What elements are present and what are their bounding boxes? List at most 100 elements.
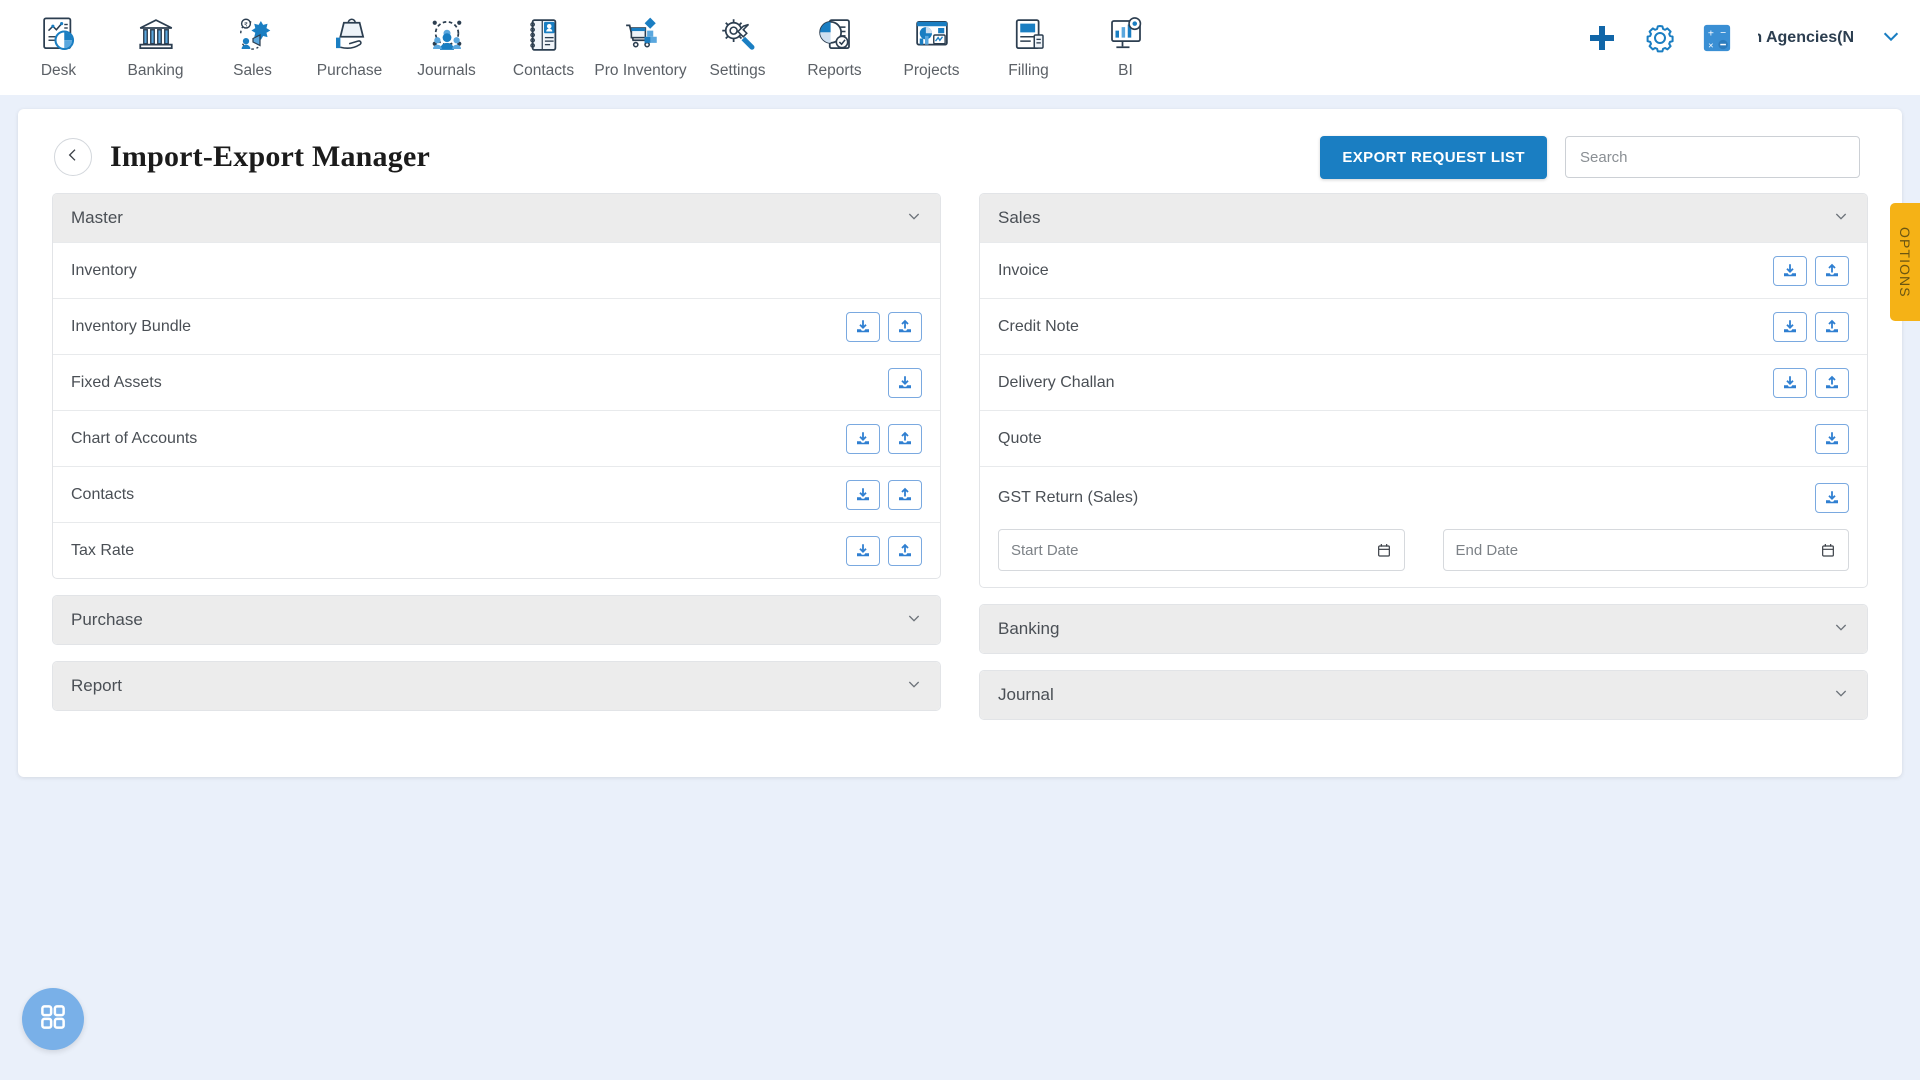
bi-monitor-icon: [1105, 12, 1147, 58]
download-button[interactable]: [846, 535, 880, 566]
top-navigation-bar: Desk Banking ₹ Sales Purchase Journals C…: [0, 0, 1920, 95]
upload-button[interactable]: [888, 479, 922, 510]
row-actions: [846, 423, 922, 454]
table-row: Credit Note: [980, 298, 1867, 354]
nav-item-pro-inventory[interactable]: Pro Inventory: [592, 6, 689, 80]
company-selector-label[interactable]: h Agencies(N: [1758, 29, 1854, 47]
card-header: Import-Export Manager EXPORT REQUEST LIS…: [54, 133, 1882, 181]
nav-label: Sales: [233, 62, 272, 79]
panel-sales: Sales Invoice Credit Note Delivery Chall…: [979, 193, 1868, 588]
end-date-placeholder: End Date: [1455, 541, 1519, 559]
search-input[interactable]: [1565, 136, 1860, 178]
download-button[interactable]: [1773, 255, 1807, 286]
download-button[interactable]: [888, 367, 922, 398]
nav-label: BI: [1118, 62, 1133, 79]
panel-report: Report: [52, 661, 941, 711]
calculator-icon[interactable]: + − ×: [1702, 23, 1732, 53]
panel-title: Purchase: [71, 610, 143, 629]
export-request-list-button[interactable]: EXPORT REQUEST LIST: [1320, 135, 1547, 179]
nav-item-sales[interactable]: ₹ Sales: [204, 6, 301, 80]
start-date-placeholder: Start Date: [1011, 541, 1079, 559]
calendar-icon[interactable]: [1376, 542, 1392, 558]
download-button[interactable]: [846, 311, 880, 342]
panel-header-report[interactable]: Report: [53, 662, 940, 710]
table-row: Fixed Assets: [53, 354, 940, 410]
nav-item-settings[interactable]: Settings: [689, 6, 786, 80]
download-button[interactable]: [1815, 483, 1849, 513]
panel-banking: Banking: [979, 604, 1868, 654]
download-button[interactable]: [846, 479, 880, 510]
page-body: OPTIONS Import-Export Manager EXPORT REQ…: [0, 95, 1920, 1080]
chevron-down-icon: [906, 208, 922, 229]
upload-button[interactable]: [888, 535, 922, 566]
add-plus-icon[interactable]: [1586, 22, 1618, 54]
calendar-icon[interactable]: [1820, 542, 1836, 558]
settings-tools-icon: [717, 12, 759, 58]
svg-text:₹: ₹: [244, 21, 248, 28]
panel-title: Master: [71, 208, 123, 227]
upload-button[interactable]: [1815, 311, 1849, 342]
accordion-columns: Master Inventory Inventory Bundle Fixed …: [38, 193, 1882, 736]
topnav-actions: + − × h Agencies(N: [1586, 22, 1902, 54]
panel-header-sales[interactable]: Sales: [980, 194, 1867, 242]
panel-header-purchase[interactable]: Purchase: [53, 596, 940, 644]
dashboard-icon: [38, 12, 80, 58]
nav-item-projects[interactable]: Projects: [883, 6, 980, 80]
panel-journal: Journal: [979, 670, 1868, 720]
upload-button[interactable]: [888, 423, 922, 454]
reports-pie-doc-icon: [814, 12, 856, 58]
apps-launcher-button[interactable]: [22, 988, 84, 1050]
panel-header-banking[interactable]: Banking: [980, 605, 1867, 653]
table-row: Inventory Bundle: [53, 298, 940, 354]
gst-return-header: GST Return (Sales): [998, 477, 1849, 519]
nav-item-banking[interactable]: Banking: [107, 6, 204, 80]
row-actions: [1773, 367, 1849, 398]
panel-header-journal[interactable]: Journal: [980, 671, 1867, 719]
nav-label: Purchase: [316, 62, 383, 79]
filling-doc-icon: [1008, 12, 1050, 58]
options-side-tab[interactable]: OPTIONS: [1890, 203, 1920, 321]
contacts-book-icon: [523, 12, 565, 58]
grid-apps-icon: [38, 1002, 68, 1037]
nav-label: Contacts: [512, 62, 575, 79]
chevron-down-icon: [1833, 208, 1849, 229]
end-date-field[interactable]: End Date: [1442, 529, 1849, 571]
nav-item-journals[interactable]: Journals: [398, 6, 495, 80]
options-tab-label: OPTIONS: [1897, 226, 1913, 298]
start-date-field[interactable]: Start Date: [998, 529, 1405, 571]
row-label: Fixed Assets: [71, 373, 162, 391]
nav-label: Banking: [127, 62, 184, 79]
upload-button[interactable]: [888, 311, 922, 342]
back-button[interactable]: [54, 138, 92, 176]
card-header-actions: EXPORT REQUEST LIST: [1320, 135, 1882, 179]
nav-item-bi[interactable]: BI: [1077, 6, 1174, 80]
download-button[interactable]: [1773, 367, 1807, 398]
chevron-down-icon: [906, 676, 922, 697]
upload-button[interactable]: [1815, 255, 1849, 286]
table-row: Quote: [980, 410, 1867, 466]
nav-item-desk[interactable]: Desk: [10, 6, 107, 80]
gear-icon[interactable]: [1644, 22, 1676, 54]
chevron-down-icon[interactable]: [1880, 25, 1902, 52]
row-label: Quote: [998, 429, 1042, 447]
journals-people-gear-icon: [426, 12, 468, 58]
nav-label: Filling: [1008, 62, 1049, 79]
sales-megaphone-icon: ₹: [232, 12, 274, 58]
panel-master: Master Inventory Inventory Bundle Fixed …: [52, 193, 941, 579]
nav-item-contacts[interactable]: Contacts: [495, 6, 592, 80]
table-row: Chart of Accounts: [53, 410, 940, 466]
table-row: Tax Rate: [53, 522, 940, 578]
row-actions: [888, 367, 922, 398]
download-button[interactable]: [1815, 423, 1849, 454]
upload-button[interactable]: [1815, 367, 1849, 398]
panel-header-master[interactable]: Master: [53, 194, 940, 242]
right-column: Sales Invoice Credit Note Delivery Chall…: [979, 193, 1868, 736]
download-button[interactable]: [846, 423, 880, 454]
row-label: Contacts: [71, 485, 135, 503]
nav-item-filling[interactable]: Filling: [980, 6, 1077, 80]
nav-item-reports[interactable]: Reports: [786, 6, 883, 80]
nav-item-purchase[interactable]: Purchase: [301, 6, 398, 80]
download-button[interactable]: [1773, 311, 1807, 342]
row-actions: [1773, 311, 1849, 342]
page-title: Import-Export Manager: [110, 140, 430, 173]
